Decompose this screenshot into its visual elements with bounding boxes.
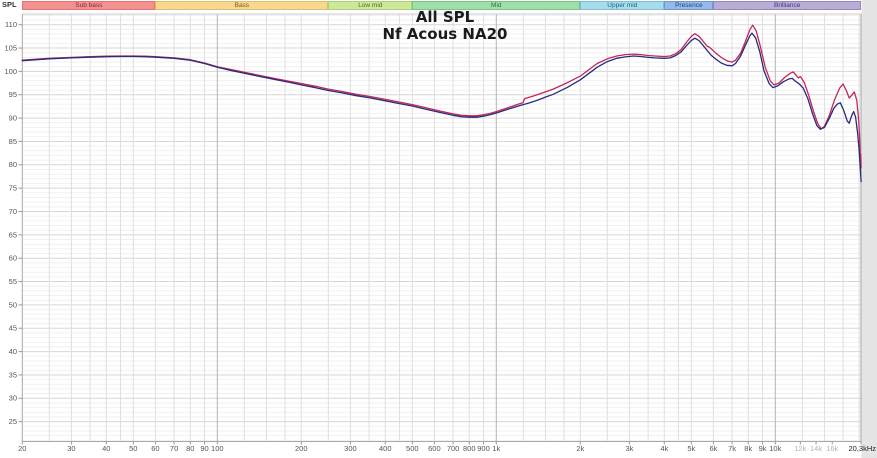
band-label: Sub bass (75, 2, 103, 9)
band-label: Bass (234, 2, 250, 9)
y-tick-label: 70 (9, 207, 17, 216)
x-tick-label: 8k (744, 444, 752, 453)
y-tick-label: 25 (9, 417, 17, 426)
band-label: Mid (491, 2, 502, 9)
band-mid: Mid (412, 1, 581, 10)
x-tick-label: 900 (477, 444, 490, 453)
y-tick-label: 75 (9, 184, 17, 193)
frequency-band-strip: Sub bass Bass Low mid Mid Upper mid Presence B… (0, 0, 877, 10)
x-tick-label: 70 (170, 444, 178, 453)
x-tick-label: 12k (794, 444, 806, 453)
band-sub-bass: Sub bass (22, 1, 156, 10)
x-tick-label: 5k (687, 444, 695, 453)
x-tick-label: 700 (447, 444, 460, 453)
x-tick-label: 9k (759, 444, 767, 453)
y-tick-label: 30 (9, 394, 17, 403)
x-tick-label: 10k (769, 444, 781, 453)
y-axis-unit-label: SPL (2, 0, 17, 9)
band-label: Brilliance (774, 2, 801, 9)
y-tick-label: 40 (9, 347, 17, 356)
x-tick-label: 300 (344, 444, 357, 453)
x-tick-label: 14k (810, 444, 822, 453)
band-brilliance: Brilliance (713, 1, 862, 10)
x-tick-label: 3k (625, 444, 633, 453)
spl-chart-window: SPL Sub bass Bass Low mid Mid Upper mid Prese… (0, 0, 877, 458)
frequency-response-plot: 110 105 100 95 90 85 80 75 70 65 60 55 50 45 40 35 30 25 2… (4, 0, 877, 458)
x-tick-label: 1k (492, 444, 500, 453)
y-tick-label: 110 (5, 20, 17, 29)
y-tick-label: 45 (9, 324, 17, 333)
x-tick-label: 7k (728, 444, 736, 453)
x-tick-label: 30 (67, 444, 75, 453)
y-tick-label: 80 (9, 160, 17, 169)
y-tick-label: 60 (9, 254, 17, 263)
x-tick-label: 80 (186, 444, 194, 453)
y-tick-label: 35 (9, 370, 17, 379)
x-tick-label: 200 (295, 444, 308, 453)
band-label: Presence (675, 2, 703, 9)
x-tick-label: 50 (129, 444, 137, 453)
band-upper-mid: Upper mid (580, 1, 665, 10)
band-bass: Bass (155, 1, 329, 10)
x-tick-label: 100 (211, 444, 224, 453)
y-tick-label: 65 (9, 230, 17, 239)
x-tick-label: 600 (428, 444, 441, 453)
x-tick-label: 20 (18, 444, 26, 453)
x-tick-label: 90 (200, 444, 208, 453)
x-tick-label: 4k (660, 444, 668, 453)
x-tick-label: 40 (102, 444, 110, 453)
band-label: Low mid (358, 2, 383, 9)
band-low-mid: Low mid (328, 1, 413, 10)
x-tick-label: 20,3kHz (848, 444, 876, 453)
band-presence: Presence (664, 1, 714, 10)
outside-margin (861, 0, 877, 458)
x-tick-label: 800 (463, 444, 476, 453)
y-tick-label: 100 (4, 67, 17, 76)
y-tick-label: 90 (9, 114, 17, 123)
plot-area[interactable] (22, 14, 862, 442)
y-tick-label: 95 (9, 90, 17, 99)
x-tick-label: 6k (709, 444, 717, 453)
y-tick-label: 85 (9, 137, 17, 146)
x-tick-label: 16k (826, 444, 838, 453)
band-label: Upper mid (607, 2, 638, 9)
y-tick-label: 55 (9, 277, 17, 286)
y-tick-label: 50 (9, 300, 17, 309)
y-tick-label: 105 (4, 43, 17, 52)
x-tick-label: 2k (576, 444, 584, 453)
x-tick-label: 500 (406, 444, 419, 453)
x-tick-label: 60 (151, 444, 159, 453)
x-tick-label: 400 (379, 444, 392, 453)
